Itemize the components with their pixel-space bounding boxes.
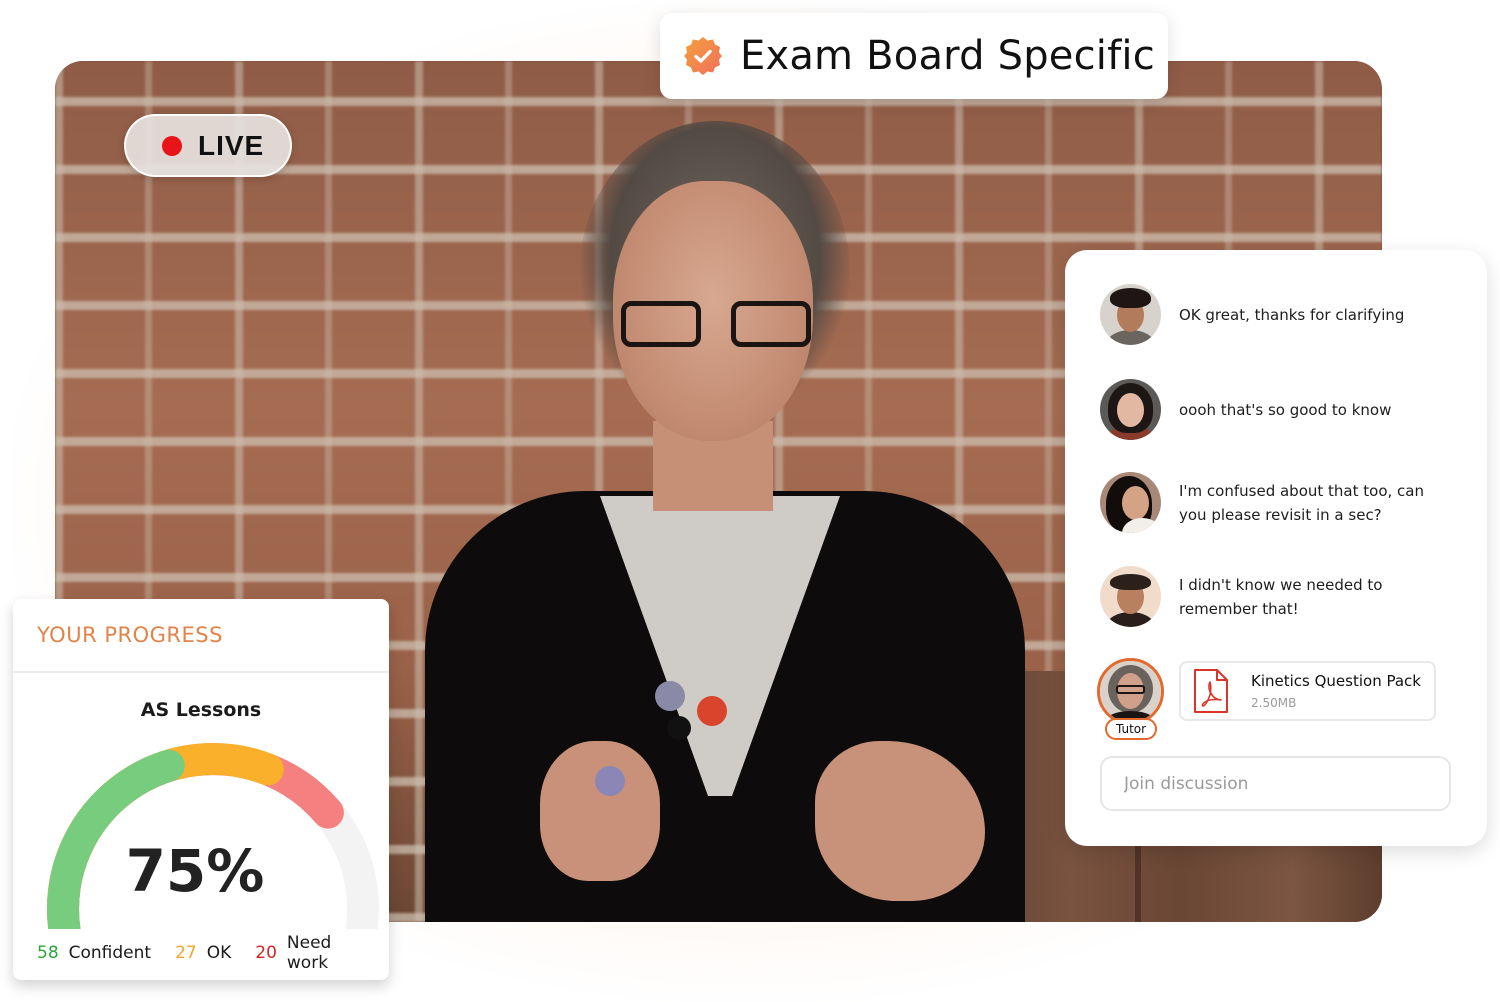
chat-message-text: oooh that's so good to know [1179,400,1392,419]
join-discussion-input[interactable] [1100,756,1451,811]
attachment-info: Kinetics Question Pack 2.50MB [1251,672,1421,710]
student-avatar-2 [1100,379,1161,440]
student-avatar-3 [1100,472,1161,533]
legend-item-confident: 58 Confident [37,943,151,963]
legend-label-ok: OK [206,943,232,963]
live-dot-icon [162,135,182,156]
progress-title: YOUR PROGRESS [37,623,223,647]
exam-board-badge: Exam Board Specific [660,13,1168,99]
legend-item-need-work: 20 Need work [255,933,375,973]
gauge-value: 75% [125,837,265,905]
verified-check-badge-icon [684,37,722,75]
chat-message-text: I'm confused about that too, can you ple… [1179,481,1424,524]
legend-count-need-work: 20 [255,943,277,963]
legend-count-confident: 58 [37,943,59,963]
presenter-glasses [621,301,811,351]
progress-header: YOUR PROGRESS [13,599,389,673]
progress-card: YOUR PROGRESS AS Lessons 75% 58 Confiden… [13,599,389,980]
legend-count-ok: 27 [175,943,197,963]
discussion-panel: OK great, thanks for clarifying oooh tha… [1065,250,1487,846]
live-label: LIVE [198,129,265,161]
chat-message: I'm confused about that too, can you ple… [1100,472,1439,533]
chat-message: oooh that's so good to know [1100,379,1439,440]
pdf-file-icon [1194,669,1228,713]
attachment-kinetics-question-pack[interactable]: Kinetics Question Pack 2.50MB [1179,661,1436,721]
legend-label-need-work: Need work [286,933,332,973]
chat-message: OK great, thanks for clarifying [1100,284,1439,345]
chat-message: I didn't know we needed to remember that… [1100,566,1439,627]
live-indicator: LIVE [124,114,292,177]
chat-message-text: OK great, thanks for clarifying [1179,305,1405,324]
presenter [385,121,1085,922]
chat-message-text: I didn't know we needed to remember that… [1179,575,1383,618]
tutor-avatar: Tutor [1097,658,1165,740]
exam-board-label: Exam Board Specific [740,33,1155,79]
progress-subtitle: AS Lessons [140,699,262,721]
student-avatar-4 [1100,566,1161,627]
attachment-name: Kinetics Question Pack [1251,672,1421,690]
attachment-size: 2.50MB [1251,696,1297,710]
presenter-left-hand [540,741,660,881]
tutor-avatar-image [1097,658,1164,725]
legend-item-ok: 27 OK [175,943,231,963]
tutor-badge: Tutor [1105,718,1157,740]
legend-label-confident: Confident [68,943,152,963]
student-avatar-1 [1100,284,1161,345]
progress-legend: 58 Confident 27 OK 20 Need work [37,933,375,973]
